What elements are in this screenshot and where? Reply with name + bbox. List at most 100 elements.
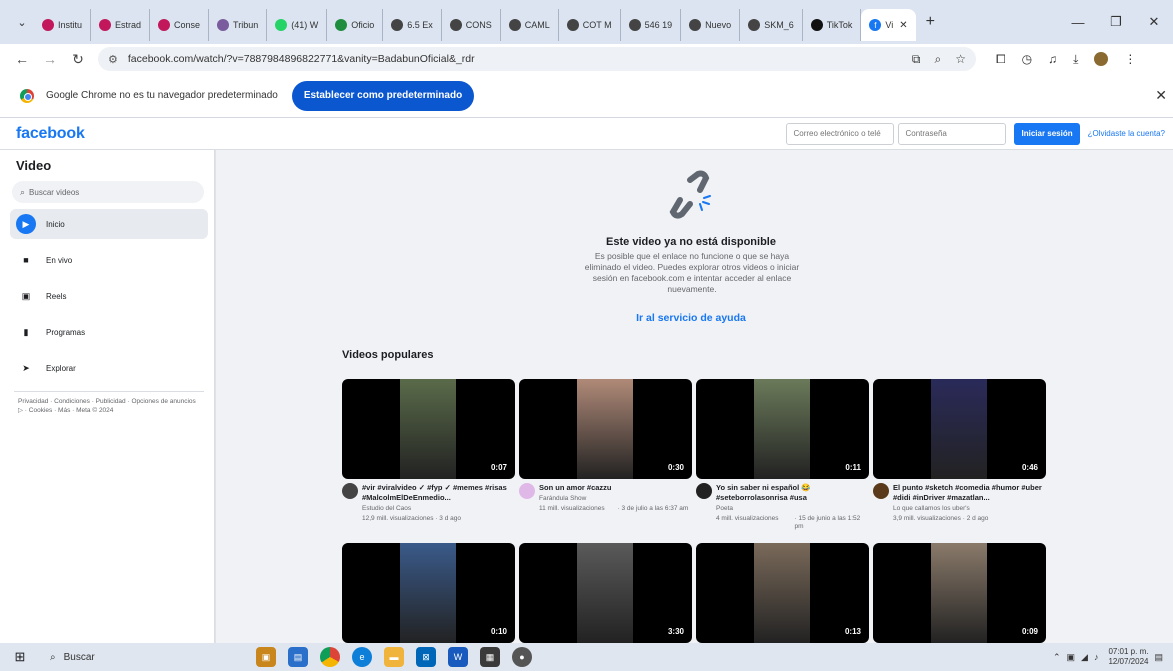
app-icon[interactable]: ●: [512, 647, 532, 667]
video-thumbnail[interactable]: 0:07: [342, 379, 515, 479]
forgot-account-link[interactable]: ¿Olvidaste la cuenta?: [1088, 129, 1165, 138]
tray-app-icon[interactable]: ▣: [1067, 652, 1076, 663]
watch-main: Este video ya no está disponible Es posi…: [216, 150, 1173, 643]
help-center-link[interactable]: Ir al servicio de ayuda: [516, 312, 866, 324]
video-thumbnail[interactable]: 0:13: [696, 543, 869, 643]
password-field[interactable]: [898, 122, 1007, 145]
channel-avatar[interactable]: [696, 483, 712, 499]
edge-icon[interactable]: e: [352, 647, 372, 667]
video-thumbnail[interactable]: 0:10: [342, 543, 515, 643]
volume-icon[interactable]: ♪: [1094, 652, 1099, 662]
close-window-icon[interactable]: ✕: [1135, 14, 1173, 30]
store-icon[interactable]: ⊠: [416, 647, 436, 667]
video-thumbnail[interactable]: 3:30: [519, 543, 692, 643]
briefcase-icon[interactable]: ▣: [256, 647, 276, 667]
file-explorer-icon[interactable]: ▬: [384, 647, 404, 667]
active-tab[interactable]: f Vi ✕: [861, 9, 916, 41]
channel-name[interactable]: Lo que callamos los uber's: [893, 505, 1046, 513]
sidebar-item-reels[interactable]: ▣ Reels: [10, 281, 208, 311]
email-field[interactable]: [786, 122, 895, 145]
notifications-icon[interactable]: ▤: [1154, 652, 1163, 663]
browser-tab[interactable]: Institu: [34, 9, 92, 41]
url-bar[interactable]: ⚙ facebook.com/watch/?v=788798489682277​…: [98, 47, 976, 71]
channel-avatar[interactable]: [342, 483, 358, 499]
bookmark-star-icon[interactable]: ☆: [955, 52, 966, 67]
set-default-button[interactable]: Establecer como predeterminado: [291, 80, 475, 111]
sidebar-item-explorar[interactable]: ➤ Explorar: [10, 353, 208, 383]
word-icon[interactable]: W: [448, 647, 468, 667]
channel-name[interactable]: Farándula Show: [539, 495, 692, 503]
video-card[interactable]: 0:30 Son un amor #cazzu Farándula Show 11 m…: [519, 379, 692, 537]
browser-tab[interactable]: CAML: [501, 9, 559, 41]
video-card[interactable]: 0:09: [873, 543, 1046, 643]
browser-tab[interactable]: Estrad: [91, 9, 151, 41]
sidebar-item-programas[interactable]: ▮ Programas: [10, 317, 208, 347]
browser-tab[interactable]: SKM_6: [740, 9, 803, 41]
sidebar-item-label: Inicio: [46, 219, 65, 229]
taskbar-search[interactable]: ⌕ Buscar: [40, 643, 200, 671]
video-thumbnail[interactable]: 0:30: [519, 379, 692, 479]
facebook-logo[interactable]: facebook: [16, 125, 85, 143]
login-button[interactable]: Iniciar sesión: [1014, 122, 1080, 145]
windows-taskbar: ⊞ ⌕ Buscar ▣ ▤ e ▬ ⊠ W ▦ ● ⌃ ▣ ◢ ♪ 07:01…: [0, 643, 1173, 671]
download-icon[interactable]: ⤓: [1073, 52, 1078, 67]
browser-tab[interactable]: Nuevo: [681, 9, 741, 41]
video-title[interactable]: El punto #sketch #comedia #humor #uber #…: [893, 483, 1046, 503]
chevron-up-icon[interactable]: ⌃: [1053, 652, 1061, 663]
browser-tab[interactable]: TikTok: [803, 9, 862, 41]
channel-name[interactable]: Poeta: [716, 505, 869, 513]
video-card[interactable]: 0:46 El punto #sketch #comedia #humor #ub…: [873, 379, 1046, 537]
minimize-icon[interactable]: —: [1059, 15, 1097, 30]
forward-icon[interactable]: →: [36, 51, 64, 67]
menu-kebab-icon[interactable]: ⋮: [1124, 52, 1136, 66]
clock[interactable]: 07:01 p. m. 12/07/2024: [1108, 647, 1148, 667]
explore-icon: ➤: [22, 362, 30, 373]
video-search-input[interactable]: ⌕ Buscar videos: [12, 181, 204, 203]
sidebar-item-en-vivo[interactable]: ■ En vivo: [10, 245, 208, 275]
channel-avatar[interactable]: [519, 483, 535, 499]
video-title[interactable]: Yo sin saber ni español 😂 #seteborrolaso…: [716, 483, 869, 503]
video-card[interactable]: 0:10: [342, 543, 515, 643]
network-icon[interactable]: ◢: [1081, 652, 1088, 663]
login-form: Iniciar sesión ¿Olvidaste la cuenta?: [786, 122, 1165, 145]
task-view-icon[interactable]: ▤: [288, 647, 308, 667]
sidebar-item-inicio[interactable]: ▶ Inicio: [10, 209, 208, 239]
video-card[interactable]: 0:07 #vir #viralvideo ✓ #fyp ✓ #memes #ri…: [342, 379, 515, 537]
extensions-icon[interactable]: ⧠: [996, 52, 1006, 67]
channel-avatar[interactable]: [873, 483, 889, 499]
browser-tab[interactable]: Conse: [150, 9, 210, 41]
tab-search-chevron-icon[interactable]: ⌄: [10, 16, 34, 29]
history-icon[interactable]: ◷: [1022, 52, 1032, 66]
calculator-icon[interactable]: ▦: [480, 647, 500, 667]
close-infobar-icon[interactable]: ✕: [1155, 87, 1167, 104]
browser-tab[interactable]: 6.5 Ex: [383, 9, 442, 41]
video-card[interactable]: 0:11 Yo sin saber ni español 😂 #seteborro…: [696, 379, 869, 537]
video-thumbnail[interactable]: 0:09: [873, 543, 1046, 643]
video-title[interactable]: Son un amor #cazzu: [539, 483, 692, 493]
video-thumbnail[interactable]: 0:11: [696, 379, 869, 479]
browser-tab[interactable]: Tribun: [209, 9, 268, 41]
windows-start-icon[interactable]: ⊞: [0, 649, 40, 665]
back-icon[interactable]: ←: [8, 51, 36, 67]
browser-tab[interactable]: COT M: [559, 9, 621, 41]
site-settings-icon[interactable]: ⚙: [108, 53, 118, 66]
browser-tab[interactable]: (41) W: [267, 9, 328, 41]
browser-tab[interactable]: Oficio: [327, 9, 384, 41]
video-thumbnail[interactable]: 0:46: [873, 379, 1046, 479]
close-tab-icon[interactable]: ✕: [899, 20, 907, 31]
media-icon[interactable]: ♫: [1048, 52, 1057, 66]
browser-tab[interactable]: CONS: [442, 9, 501, 41]
video-title[interactable]: #vir #viralvideo ✓ #fyp ✓ #memes #risas …: [362, 483, 515, 503]
profile-avatar[interactable]: [1094, 52, 1109, 66]
browser-tab[interactable]: 546 19: [621, 9, 682, 41]
maximize-icon[interactable]: ❐: [1097, 14, 1135, 30]
channel-name[interactable]: Estudio del Caos: [362, 505, 515, 513]
reload-icon[interactable]: ↻: [64, 51, 92, 68]
install-app-icon[interactable]: ⧉: [912, 52, 921, 67]
zoom-icon[interactable]: ⌕: [935, 52, 942, 67]
new-tab-button[interactable]: +: [926, 13, 935, 31]
tab-title: Estrad: [115, 20, 142, 30]
video-card[interactable]: 3:30: [519, 543, 692, 643]
video-card[interactable]: 0:13: [696, 543, 869, 643]
chrome-icon[interactable]: [320, 647, 340, 667]
